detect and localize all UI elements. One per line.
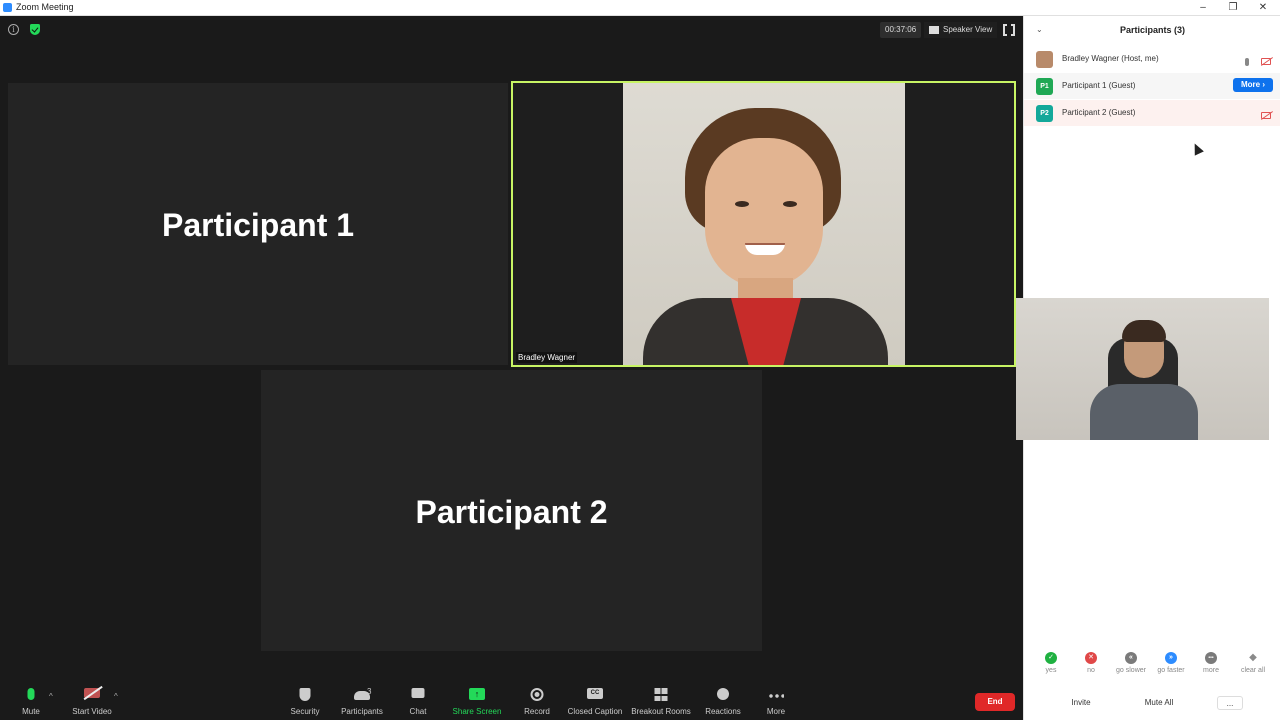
video-tile-participant-1[interactable]: Participant 1 <box>8 83 508 365</box>
invite-button[interactable]: Invite <box>1066 696 1096 710</box>
feedback-go-slower-button[interactable]: « go slower <box>1111 652 1151 674</box>
window-title: Zoom Meeting <box>16 2 74 12</box>
more-label: More <box>766 707 786 716</box>
minimize-icon[interactable]: – <box>1188 0 1218 16</box>
meeting-area: i 00:37:06 Speaker View Participant 1 Br… <box>0 16 1023 720</box>
feedback-clear-all-button[interactable]: ◆ clear all <box>1233 652 1273 674</box>
feedback-label: more <box>1203 667 1219 674</box>
feedback-more-button[interactable]: ••• more <box>1191 652 1231 674</box>
end-meeting-button[interactable]: End <box>975 693 1015 711</box>
rewind-icon: « <box>1125 652 1137 664</box>
meeting-info-icon[interactable]: i <box>8 24 19 35</box>
participant-more-button[interactable]: More › <box>1233 78 1273 92</box>
participant-name: Participant 2 (Guest) <box>1062 108 1136 117</box>
closed-caption-button[interactable]: CC Closed Caption <box>566 672 624 720</box>
closed-caption-icon: CC <box>587 688 603 699</box>
record-icon <box>530 688 544 701</box>
title-bar: Zoom Meeting – ❐ ✕ <box>0 0 1280 16</box>
zoom-app-icon <box>3 3 12 12</box>
share-screen-button[interactable]: ↑ Share Screen <box>452 672 502 720</box>
fast-forward-icon: » <box>1165 652 1177 664</box>
security-shield-icon <box>299 688 311 701</box>
security-label: Security <box>290 707 320 716</box>
participant-name: Participant 2 <box>415 494 608 530</box>
chat-button[interactable]: Chat <box>400 672 436 720</box>
encryption-shield-icon[interactable] <box>30 24 40 35</box>
video-off-icon <box>84 688 100 698</box>
nonverbal-feedback-bar: ✓ yes ✕ no « go slower » go faster ••• m… <box>1024 652 1280 686</box>
speaker-view-button[interactable]: Speaker View <box>924 22 998 38</box>
mute-all-button[interactable]: Mute All <box>1137 696 1181 710</box>
view-grid-icon <box>929 26 939 34</box>
security-button[interactable]: Security <box>285 672 325 720</box>
start-video-label: Start Video <box>72 707 112 716</box>
feedback-go-faster-button[interactable]: » go faster <box>1151 652 1191 674</box>
participant-name: Participant 1 (Guest) <box>1062 81 1136 90</box>
eraser-icon: ◆ <box>1249 652 1257 663</box>
mouse-cursor-icon <box>1190 141 1204 156</box>
chat-icon <box>411 688 425 698</box>
feedback-label: yes <box>1045 667 1057 674</box>
record-label: Record <box>524 707 550 716</box>
participant-row[interactable]: P1 Participant 1 (Guest) More › <box>1024 73 1280 156</box>
participants-button[interactable]: 3 Participants <box>337 672 387 720</box>
video-off-icon <box>1261 112 1271 120</box>
tile-caption: Bradley Wagner <box>516 352 578 363</box>
fullscreen-icon[interactable] <box>1003 24 1015 36</box>
speaker-video <box>623 83 905 365</box>
meeting-toolbar: Mute ^ Start Video ^ Security 3 Particip… <box>0 672 1023 720</box>
meeting-timer: 00:37:06 <box>880 22 922 38</box>
participant-row[interactable]: P2 Participant 2 (Guest) <box>1024 100 1280 126</box>
feedback-label: go slower <box>1116 667 1146 674</box>
share-screen-icon: ↑ <box>469 688 485 700</box>
avatar <box>1036 51 1053 68</box>
mute-label: Mute <box>22 707 40 716</box>
reactions-button[interactable]: Reactions <box>702 672 744 720</box>
start-video-button[interactable]: Start Video <box>66 672 118 720</box>
self-view-video[interactable] <box>1016 298 1269 440</box>
video-options-chevron-icon[interactable]: ^ <box>114 692 118 701</box>
closed-caption-label: Closed Caption <box>567 707 623 716</box>
video-tile-active-speaker[interactable]: Bradley Wagner <box>511 81 1016 367</box>
more-button[interactable]: More <box>758 672 794 720</box>
feedback-label: go faster <box>1157 667 1185 674</box>
more-dots-icon <box>768 694 784 698</box>
breakout-rooms-button[interactable]: Breakout Rooms <box>631 672 691 720</box>
close-icon[interactable]: ✕ <box>1248 0 1278 16</box>
feedback-label: no <box>1087 667 1095 674</box>
video-tile-participant-2[interactable]: Participant 2 <box>261 370 762 651</box>
speaker-view-label: Speaker View <box>943 25 993 34</box>
feedback-label: clear all <box>1240 667 1266 674</box>
microphone-icon <box>27 688 35 700</box>
participant-name: Participant 1 <box>161 207 355 243</box>
avatar: P2 <box>1036 105 1053 122</box>
breakout-rooms-icon <box>654 688 668 701</box>
participants-label: Participants <box>341 707 383 716</box>
x-icon: ✕ <box>1085 652 1097 664</box>
mic-icon <box>1244 57 1249 66</box>
mute-button[interactable]: Mute <box>10 672 52 720</box>
chat-label: Chat <box>409 707 427 716</box>
check-icon: ✓ <box>1045 652 1057 664</box>
participants-count: 3 <box>367 687 372 696</box>
audio-options-chevron-icon[interactable]: ^ <box>49 692 53 701</box>
more-dots-icon: ••• <box>1205 652 1217 664</box>
feedback-no-button[interactable]: ✕ no <box>1071 652 1111 674</box>
panel-more-options-button[interactable]: ... <box>1217 696 1243 710</box>
panel-title: Participants (3) <box>1119 25 1186 35</box>
restore-icon[interactable]: ❐ <box>1218 0 1248 16</box>
participant-name: Bradley Wagner (Host, me) <box>1062 54 1159 63</box>
participant-row[interactable]: Bradley Wagner (Host, me) <box>1024 46 1280 72</box>
share-screen-label: Share Screen <box>452 707 502 716</box>
video-off-icon <box>1261 58 1271 66</box>
breakout-rooms-label: Breakout Rooms <box>631 707 691 716</box>
record-button[interactable]: Record <box>517 672 557 720</box>
feedback-yes-button[interactable]: ✓ yes <box>1031 652 1071 674</box>
reactions-label: Reactions <box>705 707 741 716</box>
reactions-smiley-icon <box>717 688 729 700</box>
avatar: P1 <box>1036 78 1053 95</box>
